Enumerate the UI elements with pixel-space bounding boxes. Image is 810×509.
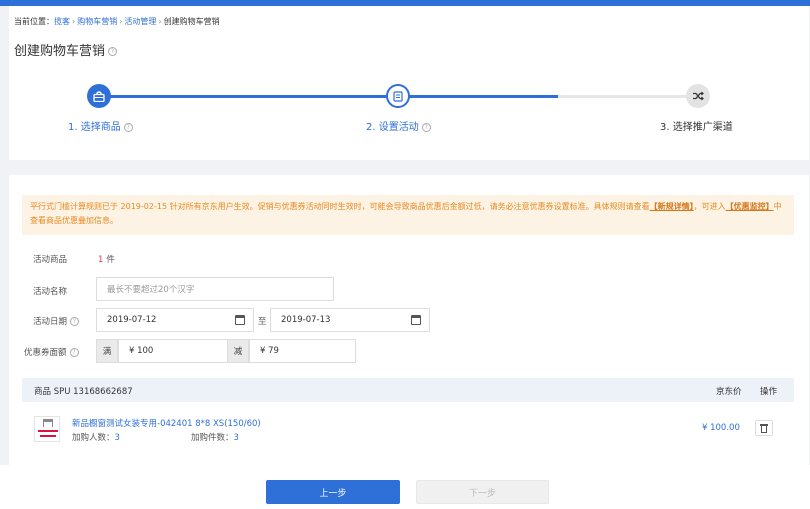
breadcrumb-item-activity-manage[interactable]: 活动管理 [124, 17, 156, 26]
goods-label: 活动商品 [33, 255, 68, 265]
breadcrumb-item-current: 创建购物车营销 [163, 17, 220, 26]
date-label: 活动日期? [33, 315, 80, 327]
col-action: 操作 [760, 387, 778, 397]
full-addon: 满 [96, 339, 118, 363]
minus-amount-input[interactable]: ¥ 79 [249, 339, 356, 363]
name-label: 活动名称 [33, 287, 68, 297]
step-3-label: 3. 选择推广渠道 [660, 122, 733, 133]
step-1-label: 1. 选择商品? [68, 118, 133, 133]
full-amount-input[interactable]: ¥ 100 [118, 339, 228, 363]
table-header: 商品 SPU 13168662687 京东价 操作 [22, 378, 794, 402]
breadcrumb-item-cart-marketing[interactable]: 购物车营销 [77, 17, 117, 26]
qty-count: 加购件数：3 [191, 433, 239, 443]
discount-monitor-link[interactable]: 【优惠监控】 [726, 202, 774, 211]
product-price: ¥ 100.00 [702, 423, 740, 433]
start-date-input[interactable]: 2019-07-12 [96, 308, 254, 332]
col-goods: 商品 SPU 13168662687 [34, 387, 133, 397]
page-title: 创建购物车营销? [14, 40, 118, 59]
steps-card [9, 6, 809, 160]
product-thumbnail [34, 416, 60, 442]
shopping-bag-icon [93, 90, 105, 102]
trash-icon[interactable] [755, 420, 773, 436]
progress-line-2-active [398, 95, 558, 98]
step-2-circle [386, 84, 410, 108]
help-icon[interactable]: ? [69, 348, 79, 357]
progress-line-1 [99, 95, 399, 98]
step-1-circle [87, 84, 111, 108]
calendar-icon[interactable] [411, 315, 421, 325]
progress-line-2-pending [558, 95, 698, 98]
activity-name-input[interactable]: 最长不要超过20个汉字 [96, 277, 334, 301]
help-icon[interactable]: ? [70, 317, 80, 326]
notice-banner: 平行式门槛计算规则已于 2019-02-15 针对所有京东用户生效。促销与优惠券… [22, 195, 794, 235]
help-icon[interactable]: ? [421, 122, 431, 132]
minus-addon: 减 [227, 339, 249, 363]
footer-bar [0, 465, 810, 509]
breadcrumb: 当前位置：揽客 › 购物车营销 › 活动管理 › 创建购物车营销 [14, 17, 220, 26]
col-price: 京东价 [716, 387, 742, 397]
document-edit-icon [393, 90, 403, 102]
product-name-link[interactable]: 新品橱窗测试女装专用-042401 8*8 XS(150/60) [72, 417, 261, 429]
date-separator: 至 [258, 317, 267, 327]
help-icon[interactable]: ? [108, 47, 118, 56]
buyers-count: 加购人数：3 [72, 433, 120, 443]
coupon-label: 优惠券面额? [24, 346, 79, 358]
shuffle-icon [693, 91, 704, 101]
step-3-circle [686, 84, 710, 108]
next-step-button[interactable]: 下一步 [416, 480, 549, 504]
breadcrumb-item-lanke[interactable]: 揽客 [54, 17, 70, 26]
calendar-icon[interactable] [235, 315, 245, 325]
prev-step-button[interactable]: 上一步 [266, 480, 400, 504]
end-date-input[interactable]: 2019-07-13 [270, 308, 430, 332]
step-2-label: 2. 设置活动? [366, 118, 431, 133]
help-icon[interactable]: ? [123, 122, 133, 132]
new-rules-link[interactable]: 【新规详情】 [650, 202, 694, 211]
goods-count: 1件 [98, 255, 115, 265]
